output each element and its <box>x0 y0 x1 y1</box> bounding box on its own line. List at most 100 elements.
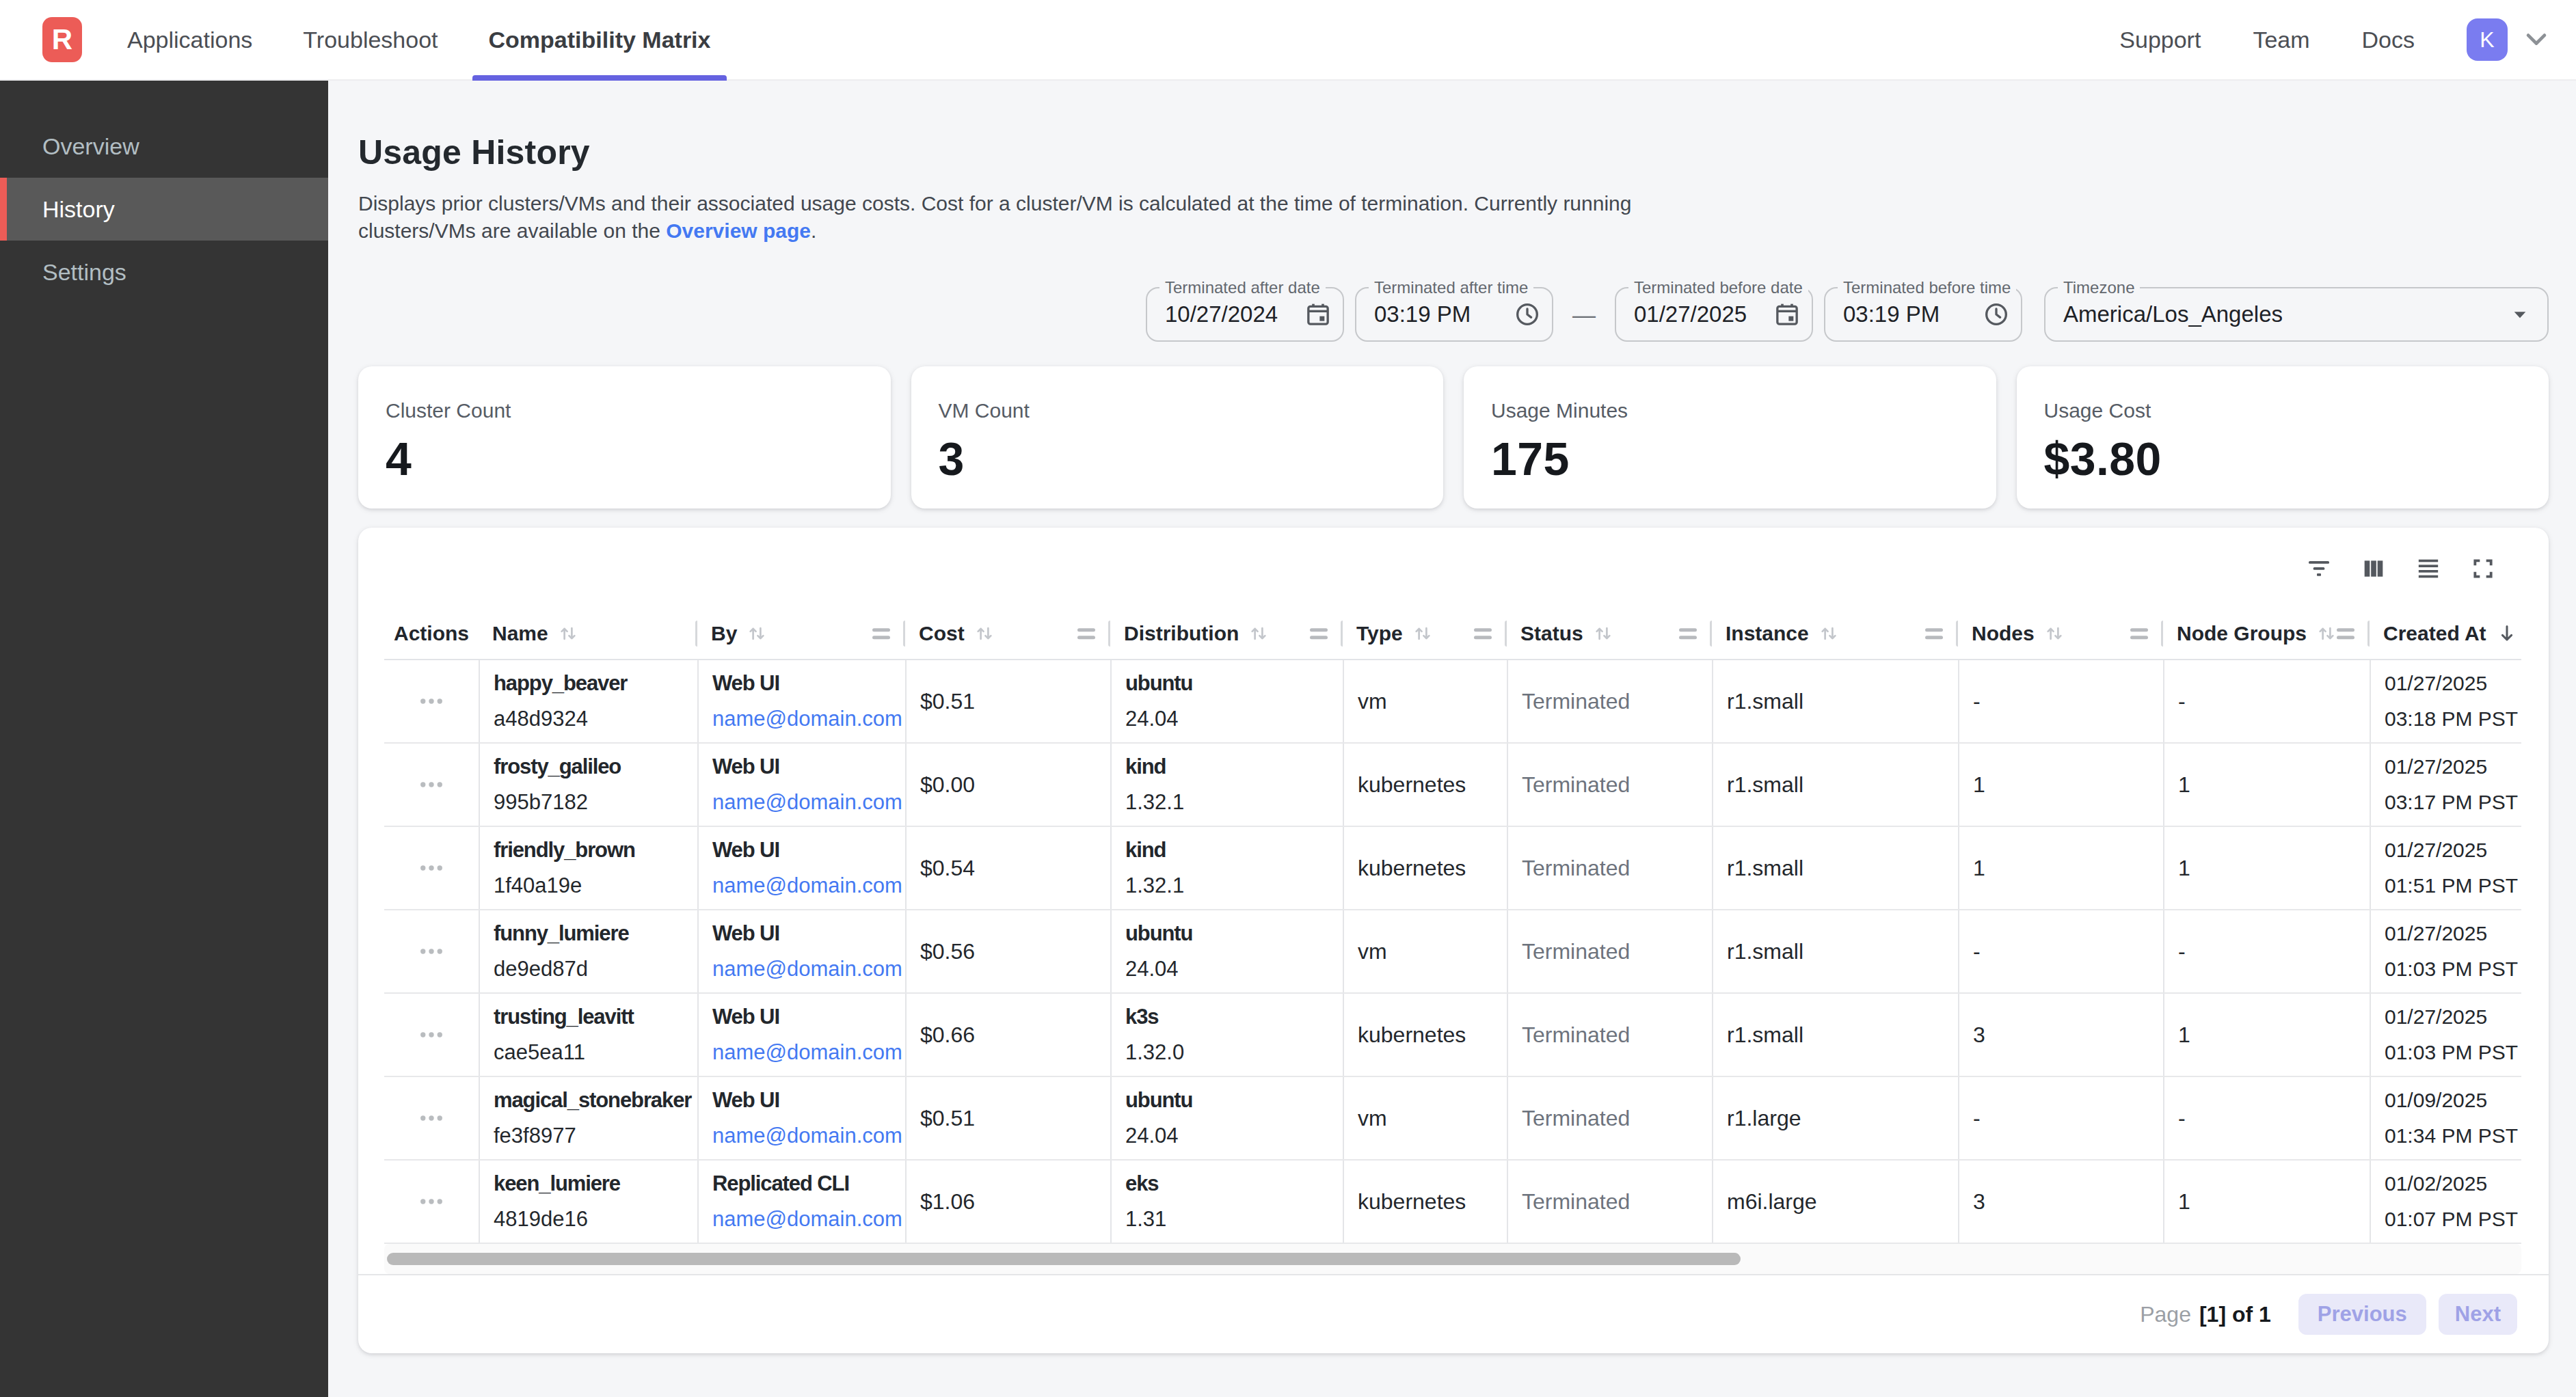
cost-value: $0.51 <box>920 1106 975 1131</box>
table-columns-button[interactable] <box>2354 550 2393 588</box>
timezone-select[interactable]: Timezone America/Los_Angeles <box>2044 287 2549 342</box>
table-row[interactable]: magical_stonebrakerfe3f8977 Web UIname@d… <box>384 1077 2521 1161</box>
stat-label: Usage Minutes <box>1491 399 1969 422</box>
node-groups-value: 1 <box>2178 856 2190 881</box>
cluster-name: happy_beaver <box>494 666 627 701</box>
sidebar-item-label: Settings <box>42 259 126 286</box>
page-title: Usage History <box>358 133 2549 172</box>
created-by-email-link[interactable]: name@domain.com <box>712 701 902 737</box>
cell-created-at: 01/27/202501:03 PM PST <box>2370 994 2521 1076</box>
table-fullscreen-button[interactable] <box>2464 550 2502 588</box>
column-resize-handle-icon[interactable] <box>1679 628 1697 639</box>
page-description: Displays prior clusters/VMs and their as… <box>358 190 1643 245</box>
cell-cost: $1.06 <box>905 1161 1110 1243</box>
instance-value: r1.small <box>1727 1022 1803 1048</box>
cell-distribution: kind1.32.1 <box>1110 744 1343 826</box>
sidebar-item-settings[interactable]: Settings <box>0 241 328 303</box>
column-header-nodes[interactable]: Nodes <box>1958 608 2163 659</box>
filter-field-value: 03:19 PM <box>1374 301 1514 327</box>
row-actions-button[interactable] <box>384 660 479 742</box>
created-time: 01:03 PM PST <box>2385 951 2518 987</box>
horizontal-scrollbar-thumb[interactable] <box>387 1253 1741 1265</box>
previous-page-button[interactable]: Previous <box>2298 1294 2426 1335</box>
sidebar-item-label: Overview <box>42 133 139 160</box>
stat-card: Cluster Count4 <box>358 366 891 508</box>
created-by-email-link[interactable]: name@domain.com <box>712 1118 902 1154</box>
cell-by: Web UIname@domain.com <box>697 1077 905 1159</box>
cell-type: vm <box>1343 660 1507 742</box>
sort-icon <box>2043 622 2066 645</box>
sort-icon <box>1411 622 1434 645</box>
sidebar-item-overview[interactable]: Overview <box>0 115 328 178</box>
topnav-item-troubleshoot[interactable]: Troubleshoot <box>286 0 454 79</box>
column-header-by[interactable]: By <box>697 608 905 659</box>
table-row[interactable]: funny_lumierede9ed87d Web UIname@domain.… <box>384 910 2521 994</box>
column-resize-handle-icon[interactable] <box>1474 628 1492 639</box>
cell-status: Terminated <box>1507 827 1712 909</box>
column-header-name[interactable]: Name <box>479 608 697 659</box>
row-actions-button[interactable] <box>384 910 479 992</box>
row-actions-button[interactable] <box>384 994 479 1076</box>
sidebar-item-history[interactable]: History <box>0 178 328 241</box>
row-actions-button[interactable] <box>384 1161 479 1243</box>
created-by-email-link[interactable]: name@domain.com <box>712 1035 902 1070</box>
table-row[interactable]: frosty_galileo995b7182 Web UIname@domain… <box>384 744 2521 827</box>
created-date: 01/27/2025 <box>2385 832 2487 868</box>
table-row[interactable]: happy_beavera48d9324 Web UIname@domain.c… <box>384 660 2521 744</box>
next-page-button[interactable]: Next <box>2439 1294 2517 1335</box>
row-actions-button[interactable] <box>384 744 479 826</box>
table-row[interactable]: trusting_leavittcae5ea11 Web UIname@doma… <box>384 994 2521 1077</box>
created-by-email-link[interactable]: name@domain.com <box>712 1202 902 1237</box>
user-menu-button[interactable] <box>2521 25 2551 55</box>
filter-field-1[interactable]: Terminated after time03:19 PM <box>1355 287 1553 342</box>
column-header-type[interactable]: Type <box>1343 608 1507 659</box>
table-header-row: Actions Name By Cost Distribution Type S… <box>384 608 2521 660</box>
column-resize-handle-icon[interactable] <box>1925 628 1943 639</box>
distribution-version: 1.32.1 <box>1125 785 1184 820</box>
column-header-distribution[interactable]: Distribution <box>1110 608 1343 659</box>
topnav-item-compatibility-matrix[interactable]: Compatibility Matrix <box>472 0 727 79</box>
sort-icon <box>2315 622 2338 645</box>
page-description-period: . <box>811 219 816 242</box>
overview-page-link[interactable]: Overview page <box>666 219 811 242</box>
cell-instance: m6i.large <box>1712 1161 1958 1243</box>
filter-field-2[interactable]: Terminated before date01/27/2025 <box>1615 287 1813 342</box>
column-resize-handle-icon[interactable] <box>2337 628 2354 639</box>
type-value: vm <box>1358 689 1387 714</box>
cluster-name: trusting_leavitt <box>494 999 634 1035</box>
cell-cost: $0.54 <box>905 827 1110 909</box>
column-header-created-at[interactable]: Created At <box>2370 608 2521 659</box>
sort-icon <box>973 622 996 645</box>
column-header-instance[interactable]: Instance <box>1712 608 1958 659</box>
topnav-item-team[interactable]: Team <box>2236 0 2326 79</box>
column-header-node-groups[interactable]: Node Groups <box>2163 608 2370 659</box>
user-avatar[interactable]: K <box>2467 18 2508 61</box>
created-by-email-link[interactable]: name@domain.com <box>712 785 902 820</box>
table-filter-button[interactable] <box>2300 550 2338 588</box>
created-by-email-link[interactable]: name@domain.com <box>712 951 902 987</box>
column-header-cost[interactable]: Cost <box>905 608 1110 659</box>
filter-field-0[interactable]: Terminated after date10/27/2024 <box>1146 287 1344 342</box>
filter-field-3[interactable]: Terminated before time03:19 PM <box>1824 287 2022 342</box>
app-logo[interactable]: R <box>42 17 82 62</box>
pagination-bar: Page [1] of 1 Previous Next <box>358 1275 2549 1353</box>
cell-cost: $0.51 <box>905 1077 1110 1159</box>
column-resize-handle-icon[interactable] <box>2130 628 2148 639</box>
table-row[interactable]: friendly_brown1f40a19e Web UIname@domain… <box>384 827 2521 910</box>
row-actions-button[interactable] <box>384 827 479 909</box>
created-time: 01:07 PM PST <box>2385 1202 2518 1237</box>
table-row[interactable]: keen_lumiere4819de16 Replicated CLIname@… <box>384 1161 2521 1244</box>
column-resize-handle-icon[interactable] <box>872 628 890 639</box>
column-header-status[interactable]: Status <box>1507 608 1712 659</box>
created-by-email-link[interactable]: name@domain.com <box>712 868 902 904</box>
column-resize-handle-icon[interactable] <box>1077 628 1095 639</box>
topnav-item-applications[interactable]: Applications <box>111 0 269 79</box>
topnav-item-docs[interactable]: Docs <box>2346 0 2431 79</box>
cost-value: $0.00 <box>920 772 975 798</box>
table-density-button[interactable] <box>2409 550 2447 588</box>
topnav-item-support[interactable]: Support <box>2103 0 2217 79</box>
status-value: Terminated <box>1522 856 1630 881</box>
column-resize-handle-icon[interactable] <box>1310 628 1328 639</box>
stat-value: 4 <box>386 432 863 485</box>
row-actions-button[interactable] <box>384 1077 479 1159</box>
